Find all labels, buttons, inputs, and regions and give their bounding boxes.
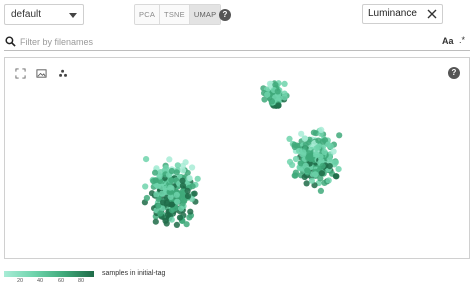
scatter-point[interactable] [176,214,184,221]
legend-label: samples in initial-tag [102,270,166,277]
scatter-point[interactable] [189,183,196,190]
scatter-point[interactable] [182,159,189,166]
color-by-field[interactable]: Luminance [362,4,443,24]
projection-toggle-group: PCA TSNE UMAP [134,4,222,25]
projection-pca-button[interactable]: PCA [135,5,161,24]
scatter-point[interactable] [332,159,339,166]
scatter-point[interactable] [296,147,303,155]
scatter-point[interactable] [336,132,343,139]
scatter-point[interactable] [184,187,191,194]
scatter-point[interactable] [187,208,194,215]
scatter-point[interactable] [142,183,149,190]
scatter-point[interactable] [178,205,185,212]
filter-bar: Aa .* [4,33,470,51]
scatter-point[interactable] [308,177,315,184]
case-sensitive-toggle[interactable]: Aa [442,36,454,46]
scatter-point[interactable] [168,201,175,208]
scatter-point[interactable] [143,194,150,202]
scatter-point[interactable] [304,167,311,174]
scatter-point[interactable] [313,145,320,152]
scatter-point[interactable] [168,167,175,175]
preset-select[interactable]: default [4,4,84,25]
scatter-point[interactable] [317,153,324,160]
scatter-point[interactable] [312,171,319,178]
scatter-point[interactable] [179,167,187,174]
scatter-point[interactable] [189,164,196,171]
scatter-point[interactable] [321,148,328,156]
embeddings-view: default PCA TSNE UMAP ? Luminance Aa .* [0,0,474,286]
scatter-point[interactable] [152,218,159,225]
scatter-point[interactable] [307,155,314,163]
scatter-point[interactable] [325,177,332,184]
scatter-point[interactable] [179,182,186,189]
scatter-point[interactable] [173,191,180,198]
regex-toggle[interactable]: .* [459,35,465,45]
filter-input[interactable] [20,34,420,49]
scatter-point[interactable] [168,177,175,184]
scatter-point[interactable] [174,198,181,205]
scatter-point[interactable] [143,156,150,163]
chevron-down-icon [69,13,77,18]
scatter-point[interactable] [166,156,173,163]
scatter-point[interactable] [153,191,160,198]
scatter-point[interactable] [298,130,305,137]
scatter-point[interactable] [330,148,337,155]
scatter-point[interactable] [335,166,342,173]
scatter-point[interactable] [268,98,276,105]
preset-select-value: default [11,9,42,20]
scatter-point[interactable] [276,94,283,102]
scatter-point[interactable] [286,135,293,142]
scatter-point[interactable] [150,178,157,185]
scatter-point[interactable] [173,221,180,228]
scatter-point[interactable] [315,137,322,144]
color-by-field-value: Luminance [368,8,417,19]
embedding-scatter-plot[interactable] [5,58,469,258]
scatter-point[interactable] [191,190,198,197]
legend-tick: 80 [78,278,85,284]
scatter-point[interactable] [194,175,201,182]
scatter-point[interactable] [333,173,340,180]
scatter-point[interactable] [292,172,299,179]
search-icon [5,36,16,47]
legend-tick: 40 [37,278,44,284]
scatter-point[interactable] [281,80,288,87]
scatter-point[interactable] [303,180,310,187]
close-icon[interactable] [426,8,438,20]
scatter-point[interactable] [168,216,175,223]
scatter-point[interactable] [174,162,181,169]
scatter-point[interactable] [162,164,170,171]
scatter-point[interactable] [325,141,332,148]
embedding-panel: ? [4,57,470,259]
scatter-point[interactable] [264,91,271,98]
legend-tick: 20 [17,278,24,284]
scatter-point[interactable] [317,187,324,194]
scatter-point[interactable] [289,161,296,169]
scatter-point[interactable] [159,199,167,206]
projection-umap-button[interactable]: UMAP [189,5,221,24]
scatter-point[interactable] [318,170,325,177]
projection-tsne-button[interactable]: TSNE [160,5,190,24]
scatter-point[interactable] [292,155,300,163]
color-scale-bar [4,271,94,277]
scatter-point[interactable] [157,210,164,217]
scatter-point[interactable] [318,126,325,133]
scatter-point[interactable] [319,162,326,169]
scatter-point[interactable] [169,207,176,214]
scatter-point[interactable] [275,102,282,109]
scatter-point[interactable] [186,214,193,221]
question-circle-icon[interactable]: ? [219,9,231,21]
scatter-point[interactable] [167,184,174,191]
scatter-point[interactable] [274,88,281,95]
legend-tick: 60 [58,278,65,284]
